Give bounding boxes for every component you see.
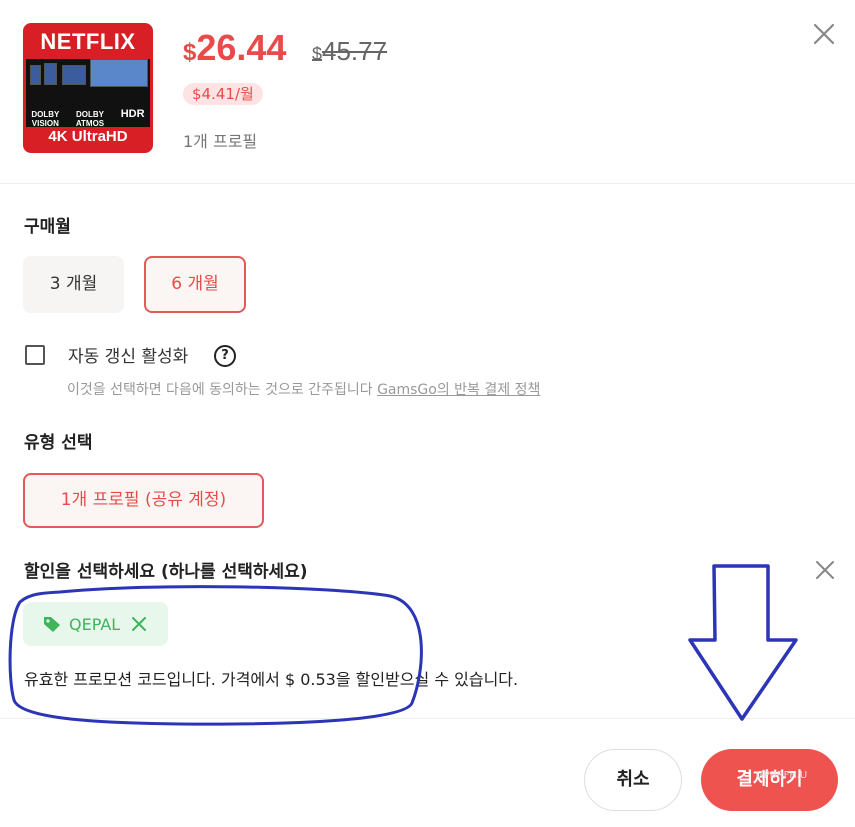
close-icon[interactable] — [810, 20, 838, 48]
option-3-months[interactable]: 3 개월 — [23, 256, 124, 313]
footer-divider — [0, 718, 855, 719]
promo-code-text: QEPAL — [69, 614, 121, 634]
old-price-currency: $ — [312, 44, 323, 64]
monthly-price-badge: $4.41/월 — [183, 83, 263, 105]
recurring-payment-policy-link[interactable]: GamsGo의 반복 결제 정책 — [377, 382, 540, 398]
badge-hdr: HDR — [120, 108, 145, 120]
price-currency: $ — [183, 39, 197, 66]
product-image: NETFLIX DOLBY VISION DOLBY ATMOS HDR 4K … — [23, 23, 153, 153]
old-price-value: 45.77 — [322, 36, 388, 66]
auto-renew-note-text: 이것을 선택하면 다음에 동의하는 것으로 간주됩니다 — [67, 382, 378, 398]
annotation-down-arrow — [688, 564, 798, 721]
purchase-months-label: 구매월 — [24, 217, 71, 237]
type-select-label: 유형 선택 — [24, 433, 93, 453]
promo-code-tag: QEPAL — [23, 602, 168, 646]
profile-count: 1개 프로필 — [183, 132, 258, 151]
auto-renew-note: 이것을 선택하면 다음에 동의하는 것으로 간주됩니다 GamsGo의 반복 결… — [67, 379, 540, 399]
badge-dolby-vision: DOLBY VISION — [31, 110, 60, 128]
watermark: GPBRFH.U — [756, 770, 808, 781]
auto-renew-label: 자동 갱신 활성화 — [68, 347, 189, 367]
resolution-label: 4K UltraHD — [48, 128, 128, 145]
close-discount-icon[interactable] — [813, 558, 837, 582]
original-price: $45.77 — [312, 36, 387, 69]
divider — [0, 183, 855, 184]
discount-label: 할인을 선택하세요 (하나를 선택하세요) — [24, 562, 308, 582]
tag-icon — [43, 615, 61, 633]
option-6-months[interactable]: 6 개월 — [144, 256, 246, 313]
current-price: $26.44 — [183, 26, 286, 75]
netflix-logo: NETFLIX — [40, 29, 136, 54]
feature-badges: DOLBY VISION DOLBY ATMOS HDR — [23, 108, 153, 129]
price-value: 26.44 — [196, 27, 287, 68]
cancel-button[interactable]: 취소 — [584, 749, 682, 811]
badge-dolby-atmos: DOLBY ATMOS — [75, 110, 105, 128]
question-circle-icon[interactable]: ? — [214, 345, 236, 367]
auto-renew-checkbox[interactable] — [25, 345, 45, 365]
option-one-profile-shared[interactable]: 1개 프로필 (공유 계정) — [23, 473, 264, 528]
promo-valid-message: 유효한 프로모션 코드입니다. 가격에서 $ 0.53을 할인받으실 수 있습니… — [24, 670, 519, 689]
remove-promo-icon[interactable] — [132, 617, 147, 631]
